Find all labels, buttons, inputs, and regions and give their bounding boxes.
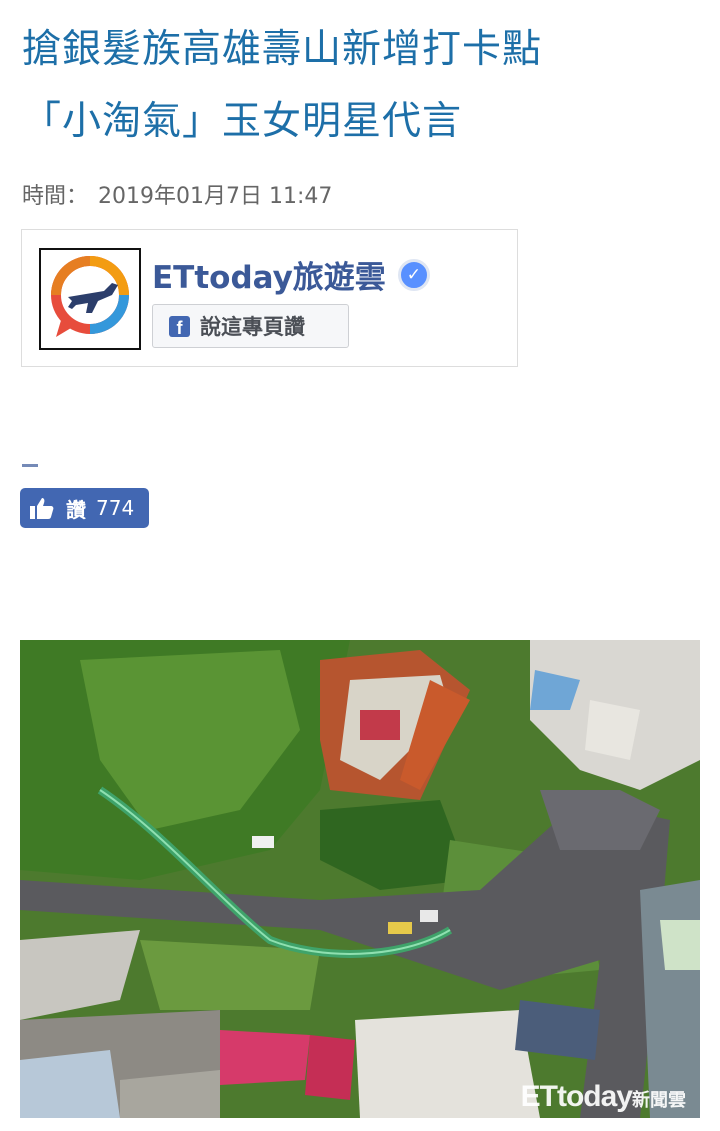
page-name: ETtoday旅遊雲 bbox=[152, 260, 386, 296]
like-page-button[interactable]: f 說這專頁讚 bbox=[152, 304, 349, 348]
aerial-photo-illustration bbox=[20, 640, 700, 1118]
thumbs-up-icon bbox=[30, 497, 54, 519]
travel-logo-icon bbox=[51, 256, 129, 337]
time-value: 2019年01月7日 11:47 bbox=[98, 184, 333, 209]
article-headline: 搶銀髮族高雄壽山新增打卡點 「小淘氣」玉女明星代言 bbox=[22, 14, 702, 158]
divider-mark bbox=[22, 464, 38, 467]
like-label: 讚 bbox=[66, 497, 86, 522]
page-avatar[interactable] bbox=[39, 248, 141, 350]
like-page-label: 說這專頁讚 bbox=[200, 315, 305, 339]
article-meta: 時間： 2019年01月7日 11:47 bbox=[22, 178, 342, 210]
headline-line-2: 「小淘氣」玉女明星代言 bbox=[22, 99, 463, 144]
facebook-page-plugin: ETtoday旅遊雲 ✓ f 說這專頁讚 bbox=[21, 229, 518, 367]
time-label: 時間： bbox=[22, 184, 89, 209]
watermark-suffix: 新聞雲 bbox=[632, 1090, 686, 1110]
headline-line-1: 搶銀髮族高雄壽山新增打卡點 bbox=[22, 27, 543, 72]
like-button[interactable]: 讚 774 bbox=[20, 488, 149, 528]
facebook-icon: f bbox=[169, 315, 190, 337]
verified-check-icon: ✓ bbox=[397, 258, 430, 291]
article-photo: ETtoday新聞雲 bbox=[20, 640, 700, 1118]
watermark-brand: ETtoday bbox=[520, 1080, 633, 1113]
like-count: 774 bbox=[96, 496, 135, 520]
page-name-link[interactable]: ETtoday旅遊雲 ✓ bbox=[152, 252, 430, 297]
photo-watermark: ETtoday新聞雲 bbox=[521, 1080, 686, 1114]
